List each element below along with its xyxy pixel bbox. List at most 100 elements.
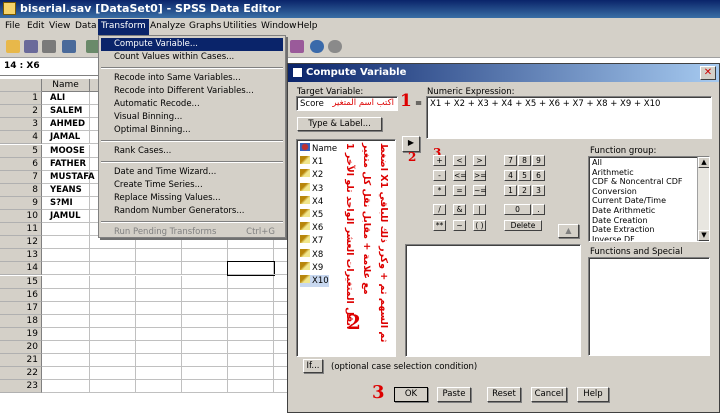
menu-help[interactable]: Help	[294, 21, 321, 31]
data-cell[interactable]	[136, 367, 182, 381]
menu-item-count-values-within-cases[interactable]: Count Values within Cases...	[101, 51, 283, 64]
save-icon[interactable]	[24, 40, 38, 53]
data-cell[interactable]	[90, 262, 136, 276]
name-cell[interactable]	[42, 380, 90, 394]
row-header[interactable]: 16	[0, 288, 42, 302]
calc-key-24[interactable]: ~	[453, 220, 466, 231]
menu-utilities[interactable]: Utilities	[220, 21, 260, 31]
function-group-item[interactable]: All	[592, 158, 602, 168]
calc-key-6[interactable]: -	[433, 170, 446, 181]
calc-key-9[interactable]: 4	[504, 170, 517, 181]
name-cell[interactable]: S?MI	[42, 196, 90, 210]
calc-key-0[interactable]: +	[433, 155, 446, 166]
data-cell[interactable]	[90, 367, 136, 381]
function-group-scrollbar[interactable]: ▲ ▼	[697, 157, 709, 241]
calc-key-22[interactable]: .	[532, 204, 545, 215]
row-header[interactable]: 12	[0, 236, 42, 250]
data-cell[interactable]	[136, 341, 182, 354]
name-cell[interactable]	[42, 223, 90, 237]
name-cell[interactable]: SALEM	[42, 105, 90, 119]
function-group-item[interactable]: Arithmetic	[592, 168, 634, 178]
name-cell[interactable]	[42, 288, 90, 302]
data-cell[interactable]	[182, 314, 228, 328]
data-cell[interactable]	[90, 314, 136, 328]
data-cell[interactable]	[136, 262, 182, 276]
menu-item-visual-binning[interactable]: Visual Binning...	[101, 111, 283, 124]
variable-item-x8[interactable]: X8	[300, 248, 323, 261]
menu-transform[interactable]: Transform	[98, 19, 149, 35]
data-cell[interactable]	[228, 301, 274, 315]
if-button[interactable]: If...	[303, 359, 323, 373]
functions-list[interactable]	[588, 257, 710, 356]
data-cell[interactable]	[136, 314, 182, 328]
function-group-item[interactable]: Current Date/Time	[592, 196, 666, 206]
close-icon[interactable]: ✕	[700, 66, 716, 80]
calc-key-2[interactable]: >	[473, 155, 486, 166]
calc-key-11[interactable]: 6	[532, 170, 545, 181]
name-cell[interactable]: YEANS	[42, 183, 90, 197]
name-cell[interactable]: MUSTAFA	[42, 170, 95, 184]
calc-key-15[interactable]: 1	[504, 185, 517, 196]
calc-key-13[interactable]: =	[453, 185, 466, 196]
name-cell[interactable]	[42, 314, 90, 328]
variable-item-x5[interactable]: X5	[300, 209, 323, 221]
row-header[interactable]: 6	[0, 157, 42, 171]
row-header[interactable]: 2	[0, 105, 42, 119]
menu-file[interactable]: File	[2, 21, 23, 31]
name-cell[interactable]	[42, 367, 90, 381]
name-cell[interactable]: ALI	[42, 92, 90, 106]
calc-key-4[interactable]: 8	[518, 155, 531, 166]
data-cell[interactable]	[228, 367, 274, 381]
data-cell[interactable]	[228, 380, 274, 394]
data-cell[interactable]	[228, 288, 274, 302]
menu-item-compute-variable[interactable]: Compute Variable...	[101, 38, 283, 51]
name-cell[interactable]	[42, 354, 90, 368]
menu-item-automatic-recode[interactable]: Automatic Recode...	[101, 98, 283, 111]
row-header[interactable]: 4	[0, 131, 42, 145]
calc-key-20[interactable]: |	[473, 204, 486, 215]
calc-key-5[interactable]: 9	[532, 155, 545, 166]
data-cell[interactable]	[227, 261, 275, 277]
data-cell[interactable]	[182, 354, 228, 368]
target-variable-field[interactable]: Score اكتب اسم المتغير	[296, 96, 398, 111]
data-cell[interactable]	[228, 341, 274, 354]
calc-key-8[interactable]: >=	[473, 170, 487, 181]
data-cell[interactable]	[182, 249, 228, 263]
function-group-item[interactable]: Conversion	[592, 187, 637, 197]
calc-key-16[interactable]: 2	[518, 185, 531, 196]
data-cell[interactable]	[228, 354, 274, 368]
row-header[interactable]: 18	[0, 314, 42, 328]
row-header[interactable]: 10	[0, 210, 42, 223]
open-icon[interactable]	[6, 40, 20, 53]
calc-key-18[interactable]: /	[433, 204, 446, 215]
name-cell[interactable]: MOOSE	[42, 144, 90, 158]
reset-button[interactable]: Reset	[487, 387, 521, 402]
row-header[interactable]: 7	[0, 170, 42, 184]
name-cell[interactable]	[42, 301, 90, 315]
up-arrow-icon[interactable]: ▲	[558, 224, 579, 238]
menu-edit[interactable]: Edit	[24, 21, 47, 31]
menu-item-random-number-generators[interactable]: Random Number Generators...	[101, 205, 283, 218]
dialog-recall-icon[interactable]	[62, 40, 76, 53]
function-group-item[interactable]: CDF & Noncentral CDF	[592, 177, 682, 187]
calc-key-25[interactable]: ( )	[473, 220, 486, 231]
name-cell[interactable]	[42, 262, 90, 276]
function-group-item[interactable]: Date Arithmetic	[592, 206, 655, 216]
calc-key-3[interactable]: 7	[504, 155, 517, 166]
scroll-down-icon[interactable]: ▼	[698, 230, 709, 241]
variable-item-x4[interactable]: X4	[300, 195, 323, 208]
menu-data[interactable]: Data	[72, 21, 100, 31]
name-cell[interactable]	[42, 341, 90, 354]
row-header[interactable]: 1	[0, 92, 42, 106]
name-cell[interactable]: JAMUL	[42, 210, 90, 223]
scroll-up-icon[interactable]: ▲	[698, 157, 709, 168]
row-header[interactable]: 11	[0, 223, 42, 237]
menu-item-rank-cases[interactable]: Rank Cases...	[101, 145, 283, 158]
menu-item-create-time-series[interactable]: Create Time Series...	[101, 179, 283, 192]
column-header-name[interactable]: Name	[42, 79, 90, 92]
menu-item-recode-into-same-variables[interactable]: Recode into Same Variables...	[101, 72, 283, 85]
row-header[interactable]: 15	[0, 275, 42, 289]
variable-item-x2[interactable]: X2	[300, 169, 323, 181]
row-header[interactable]: 5	[0, 144, 42, 158]
paste-button[interactable]: Paste	[437, 387, 471, 402]
